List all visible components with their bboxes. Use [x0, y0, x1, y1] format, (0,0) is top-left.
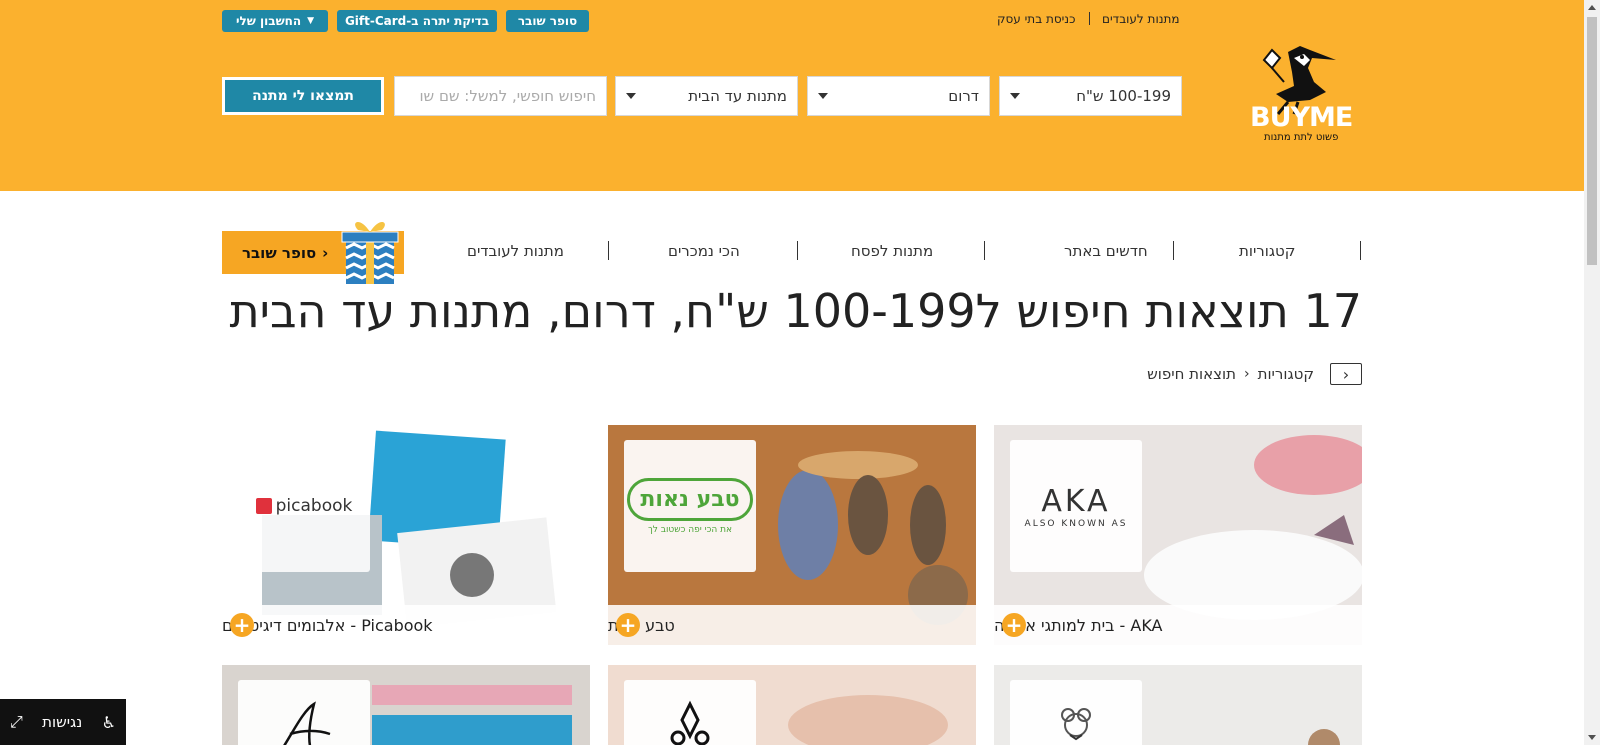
card-caption: טבע נאות	[608, 605, 976, 645]
plus-icon[interactable]: +	[230, 613, 254, 637]
card-logo	[624, 680, 756, 745]
scroll-up-arrow-icon[interactable]	[1588, 5, 1596, 10]
plus-icon[interactable]: +	[616, 613, 640, 637]
top-links-divider	[1089, 12, 1090, 25]
scrollbar-thumb[interactable]	[1587, 17, 1597, 265]
nav-divider	[984, 241, 985, 260]
logo-brand-text: BUYME	[1250, 102, 1353, 133]
chevron-down-icon	[818, 93, 828, 99]
my-account-label: החשבון שלי	[235, 14, 302, 28]
breadcrumb: ‹ קטגוריות ‹ תוצאות חיפוש	[1147, 363, 1362, 385]
card-logo-text: AKA	[1041, 483, 1111, 519]
card-logo-text: טבע נאות	[627, 477, 753, 521]
price-select-value: 100-199 ש"ח	[1076, 87, 1171, 105]
teddy-bear-icon	[1061, 708, 1091, 741]
card-logo: טבע נאות את הכי יפה כשטוב לך	[624, 440, 756, 572]
result-card[interactable]	[994, 665, 1362, 745]
chevron-down-icon: ▼	[307, 16, 315, 26]
nav-item-best-sellers[interactable]: הכי נמכרים	[668, 242, 740, 260]
free-search-placeholder: חיפוש חופשי, למשל: שם שו	[419, 87, 596, 105]
accessibility-label: נגישות	[42, 713, 83, 731]
chevron-down-icon	[1010, 93, 1020, 99]
nav-divider	[1173, 241, 1174, 260]
gift-box-icon	[341, 221, 399, 284]
site-header: ▼ החשבון שלי בדיקת יתרה ב-Gift-Card סופר…	[0, 0, 1584, 191]
my-account-button[interactable]: ▼ החשבון שלי	[222, 10, 328, 32]
card-logo: AKA ALSO KNOWN AS	[1010, 440, 1142, 572]
card-logo	[1010, 680, 1142, 745]
gift-card-balance-label: בדיקת יתרה ב-Gift-Card	[344, 14, 490, 28]
logo-tagline: פשוט לתת מתנות	[1264, 132, 1339, 143]
region-select-value: דרום	[948, 87, 979, 105]
nav-item-new-on-site[interactable]: חדשים באתר	[1064, 242, 1148, 260]
card-logo: picabook	[238, 440, 370, 572]
chevron-left-icon: ‹	[322, 243, 329, 262]
business-login-link[interactable]: כניסת בתי עסק	[997, 12, 1075, 26]
category-select-value: מתנות עד הבית	[688, 87, 787, 105]
plus-icon[interactable]: +	[1002, 613, 1026, 637]
accessibility-button[interactable]: ⤢ נגישות ♿	[0, 699, 126, 745]
wheelchair-icon: ♿	[101, 712, 116, 732]
result-card-teva-naot[interactable]: טבע נאות את הכי יפה כשטוב לך טבע נאות +	[608, 425, 976, 645]
find-gift-button[interactable]: תמצאו לי מתנה	[222, 77, 384, 115]
super-buyer-promo-label: סופר שובר	[242, 243, 317, 262]
find-gift-label: תמצאו לי מתנה	[252, 88, 354, 104]
result-card[interactable]	[608, 665, 976, 745]
chevron-down-icon	[626, 93, 636, 99]
price-select[interactable]: 100-199 ש"ח	[999, 76, 1182, 116]
super-buyer-top-label: סופר שובר	[517, 14, 578, 28]
employee-gifts-top-link[interactable]: מתנות לעובדים	[1102, 12, 1180, 26]
breadcrumb-search-results: תוצאות חיפוש	[1147, 365, 1236, 383]
nav-item-passover-gifts[interactable]: מתנות לפסח	[851, 242, 933, 260]
chevron-left-icon: ‹	[1342, 364, 1350, 384]
back-button[interactable]: ‹	[1330, 363, 1362, 385]
gift-card-balance-button[interactable]: בדיקת יתרה ב-Gift-Card	[337, 10, 497, 32]
nav-divider	[1360, 241, 1361, 260]
expand-icon: ⤢	[10, 712, 23, 731]
card-logo	[238, 680, 370, 745]
card-logo-sub: את הכי יפה כשטוב לך	[647, 524, 733, 535]
card-caption: AKA - בית למותגי אופנה	[994, 605, 1362, 645]
result-card-picabook[interactable]: picabook Picabook - אלבומים דיגיטליים +	[222, 425, 590, 645]
nav-divider	[797, 241, 798, 260]
super-buyer-top-button[interactable]: סופר שובר	[506, 10, 589, 32]
result-card[interactable]	[222, 665, 590, 745]
breadcrumb-categories[interactable]: קטגוריות	[1258, 365, 1314, 383]
free-search-input[interactable]: חיפוש חופשי, למשל: שם שו	[394, 76, 607, 116]
category-select[interactable]: מתנות עד הבית	[615, 76, 798, 116]
result-card-aka[interactable]: AKA ALSO KNOWN AS AKA - בית למותגי אופנה…	[994, 425, 1362, 645]
card-logo-sub: ALSO KNOWN AS	[1024, 518, 1128, 529]
nav-item-employee-gifts[interactable]: מתנות לעובדים	[467, 242, 564, 260]
card-caption: Picabook - אלבומים דיגיטליים	[222, 605, 590, 645]
scroll-down-arrow-icon[interactable]	[1588, 735, 1596, 740]
page-title: 17 תוצאות חיפוש ל100-199 ש"ח, דרום, מתנו…	[229, 284, 1362, 338]
region-select[interactable]: דרום	[807, 76, 990, 116]
nav-divider	[608, 241, 609, 260]
heart-icon	[255, 498, 272, 514]
chevron-left-icon: ‹	[1243, 366, 1250, 382]
page-scrollbar[interactable]	[1584, 0, 1600, 745]
jewel-logo-icon	[670, 700, 710, 745]
nav-item-categories[interactable]: קטגוריות	[1239, 242, 1295, 260]
towel-brand-logo-icon	[283, 701, 331, 745]
buyme-logo[interactable]: BUYME פשוט לתת מתנות	[1248, 42, 1368, 148]
card-logo-text: picabook	[275, 496, 353, 516]
